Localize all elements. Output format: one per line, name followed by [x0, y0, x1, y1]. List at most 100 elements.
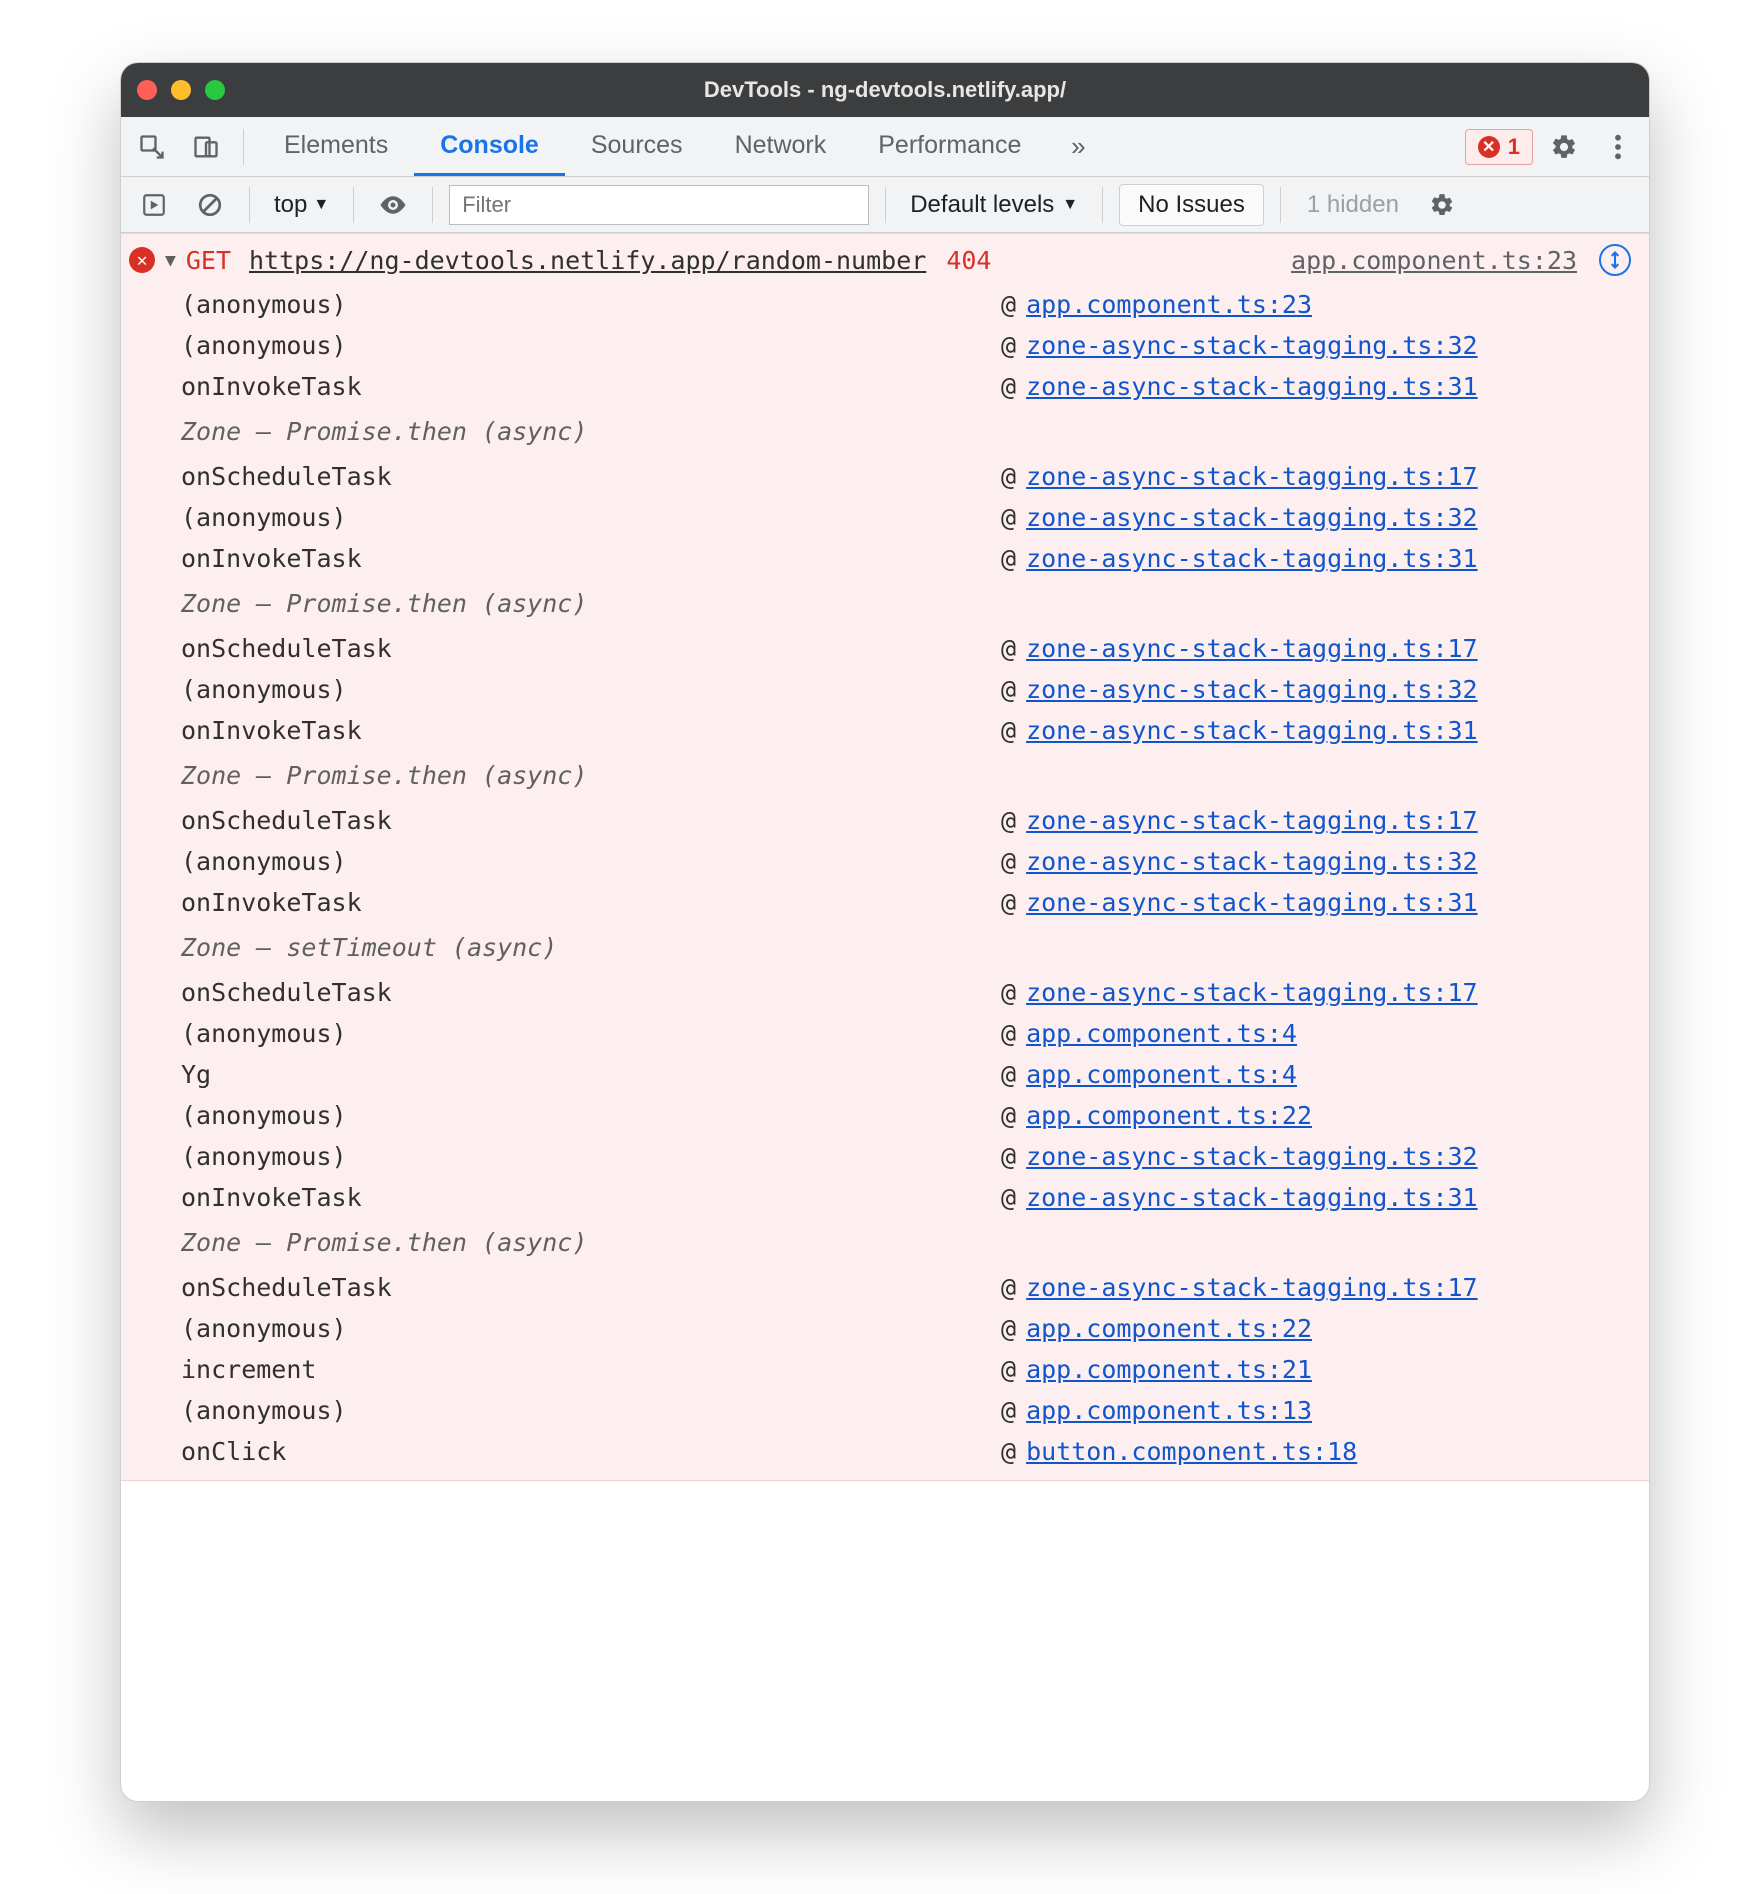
at-symbol: @: [1001, 372, 1016, 401]
stack-frame: onClick@button.component.ts:18: [181, 1431, 1631, 1472]
log-levels-selector[interactable]: Default levels ▼: [902, 187, 1086, 223]
stack-frame: (anonymous)@app.component.ts:23: [181, 284, 1631, 325]
async-boundary-label: Zone — Promise.then (async): [181, 1218, 1631, 1267]
at-symbol: @: [1001, 716, 1016, 745]
request-method: GET: [186, 246, 231, 275]
error-icon: ✕: [129, 247, 155, 273]
stack-frame-source-link[interactable]: zone-async-stack-tagging.ts:17: [1026, 634, 1478, 663]
stack-frame-source-link[interactable]: zone-async-stack-tagging.ts:31: [1026, 1183, 1478, 1212]
stack-frame: onScheduleTask@ zone-async-stack-tagging.…: [181, 456, 1631, 497]
async-boundary-label: Zone — Promise.then (async): [181, 407, 1631, 456]
stack-frame: onScheduleTask@zone-async-stack-tagging.…: [181, 1267, 1631, 1308]
request-url-link[interactable]: https://ng-devtools.netlify.app/random-n…: [249, 246, 926, 275]
at-symbol: @: [1001, 806, 1016, 835]
at-symbol: @: [1001, 1355, 1016, 1384]
console-settings-icon[interactable]: [1419, 182, 1465, 228]
stack-frame-function: (anonymous): [181, 331, 1001, 360]
stack-frame-source-link[interactable]: zone-async-stack-tagging.ts:31: [1026, 372, 1478, 401]
stack-frame: (anonymous)@app.component.ts:22: [181, 1308, 1631, 1349]
stack-frame-function: onInvokeTask: [181, 372, 1001, 401]
stack-frame-source-link[interactable]: zone-async-stack-tagging.ts:32: [1026, 675, 1478, 704]
stack-frame-source-link[interactable]: zone-async-stack-tagging.ts:17: [1026, 1273, 1478, 1302]
live-expression-icon[interactable]: [370, 182, 416, 228]
stack-frame-source-link[interactable]: app.component.ts:22: [1026, 1101, 1312, 1130]
at-symbol: @: [1001, 1142, 1016, 1171]
stack-frame: onInvokeTask@zone-async-stack-tagging.ts…: [181, 882, 1631, 923]
close-window-button[interactable]: [137, 80, 157, 100]
stack-frame-function: (anonymous): [181, 1314, 1001, 1343]
stack-frame-function: (anonymous): [181, 503, 1001, 532]
zoom-window-button[interactable]: [205, 80, 225, 100]
response-status: 404: [946, 246, 991, 275]
stack-frame: onInvokeTask@zone-async-stack-tagging.ts…: [181, 1177, 1631, 1218]
tab-performance[interactable]: Performance: [852, 117, 1047, 176]
devtools-window: DevTools - ng-devtools.netlify.app/ Elem…: [120, 62, 1650, 1802]
stack-frame-function: (anonymous): [181, 1396, 1001, 1425]
stack-frame-source-link[interactable]: app.component.ts:13: [1026, 1396, 1312, 1425]
at-symbol: @: [1001, 1101, 1016, 1130]
execute-icon[interactable]: [131, 182, 177, 228]
at-symbol: @: [1001, 503, 1016, 532]
at-symbol: @: [1001, 544, 1016, 573]
tab-sources[interactable]: Sources: [565, 117, 709, 176]
stack-frame: onScheduleTask@zone-async-stack-tagging.…: [181, 972, 1631, 1013]
clear-console-icon[interactable]: [187, 182, 233, 228]
panel-tabstrip: Elements Console Sources Network Perform…: [121, 117, 1649, 177]
stack-frame-source-link[interactable]: zone-async-stack-tagging.ts:31: [1026, 888, 1478, 917]
stack-frame-source-link[interactable]: app.component.ts:23: [1026, 290, 1312, 319]
stack-frame-source-link[interactable]: app.component.ts:4: [1026, 1019, 1297, 1048]
error-count-badge[interactable]: ✕ 1: [1465, 129, 1533, 165]
stack-frame-source-link[interactable]: app.component.ts:22: [1026, 1314, 1312, 1343]
at-symbol: @: [1001, 290, 1016, 319]
console-error-message: ✕ ▼ GET https://ng-devtools.netlify.app/…: [121, 233, 1649, 1481]
stack-frame-function: onScheduleTask: [181, 462, 1001, 491]
separator: [1102, 187, 1103, 223]
tab-console[interactable]: Console: [414, 117, 565, 176]
separator: [249, 187, 250, 223]
at-symbol: @: [1001, 462, 1016, 491]
tab-network[interactable]: Network: [709, 117, 853, 176]
stack-frame-source-link[interactable]: zone-async-stack-tagging.ts:17: [1026, 806, 1478, 835]
at-symbol: @: [1001, 331, 1016, 360]
stack-frame-function: onInvokeTask: [181, 888, 1001, 917]
disclosure-triangle-icon[interactable]: ▼: [165, 250, 176, 271]
stack-frame-source-link[interactable]: zone-async-stack-tagging.ts:31: [1026, 716, 1478, 745]
tab-elements[interactable]: Elements: [258, 117, 414, 176]
more-tabs-icon[interactable]: »: [1055, 124, 1101, 170]
stack-frame-source-link[interactable]: zone-async-stack-tagging.ts:17: [1026, 462, 1478, 491]
stack-frame-source-link[interactable]: app.component.ts:21: [1026, 1355, 1312, 1384]
stack-frame-source-link[interactable]: zone-async-stack-tagging.ts:32: [1026, 1142, 1478, 1171]
execution-context-label: top: [274, 191, 307, 219]
filter-input[interactable]: [449, 185, 869, 225]
stack-frame-source-link[interactable]: zone-async-stack-tagging.ts:31: [1026, 544, 1478, 573]
stack-frame-source-link[interactable]: zone-async-stack-tagging.ts:17: [1026, 978, 1478, 1007]
settings-icon[interactable]: [1541, 124, 1587, 170]
at-symbol: @: [1001, 1396, 1016, 1425]
message-source-link[interactable]: app.component.ts:23: [1291, 246, 1577, 275]
async-boundary-label: Zone — Promise.then (async): [181, 579, 1631, 628]
stack-frame-function: (anonymous): [181, 847, 1001, 876]
stack-frame-source-link[interactable]: zone-async-stack-tagging.ts:32: [1026, 331, 1478, 360]
issues-button[interactable]: No Issues: [1119, 184, 1264, 226]
stack-frame: onInvokeTask@ zone-async-stack-tagging.ts…: [181, 366, 1631, 407]
stack-frame: (anonymous)@ zone-async-stack-tagging.ts:…: [181, 325, 1631, 366]
error-count: 1: [1508, 134, 1520, 160]
stack-frame-function: onClick: [181, 1437, 1001, 1466]
chevron-down-icon: ▼: [1062, 196, 1078, 214]
stack-frame-source-link[interactable]: zone-async-stack-tagging.ts:32: [1026, 847, 1478, 876]
stack-frame-source-link[interactable]: button.component.ts:18: [1026, 1437, 1357, 1466]
minimize-window-button[interactable]: [171, 80, 191, 100]
window-title: DevTools - ng-devtools.netlify.app/: [121, 77, 1649, 103]
stack-frame-source-link[interactable]: app.component.ts:4: [1026, 1060, 1297, 1089]
inspect-element-icon[interactable]: [129, 124, 175, 170]
navigate-icon[interactable]: [1599, 244, 1631, 276]
separator: [1280, 187, 1281, 223]
device-toolbar-icon[interactable]: [183, 124, 229, 170]
console-toolbar: top ▼ Default levels ▼ No Issues 1 hidde…: [121, 177, 1649, 233]
execution-context-selector[interactable]: top ▼: [266, 187, 337, 223]
stack-frame: (anonymous)@zone-async-stack-tagging.ts:…: [181, 841, 1631, 882]
kebab-menu-icon[interactable]: [1595, 124, 1641, 170]
stack-frame: (anonymous)@zone-async-stack-tagging.ts:…: [181, 669, 1631, 710]
stack-frame-source-link[interactable]: zone-async-stack-tagging.ts:32: [1026, 503, 1478, 532]
stack-frame-function: (anonymous): [181, 1019, 1001, 1048]
